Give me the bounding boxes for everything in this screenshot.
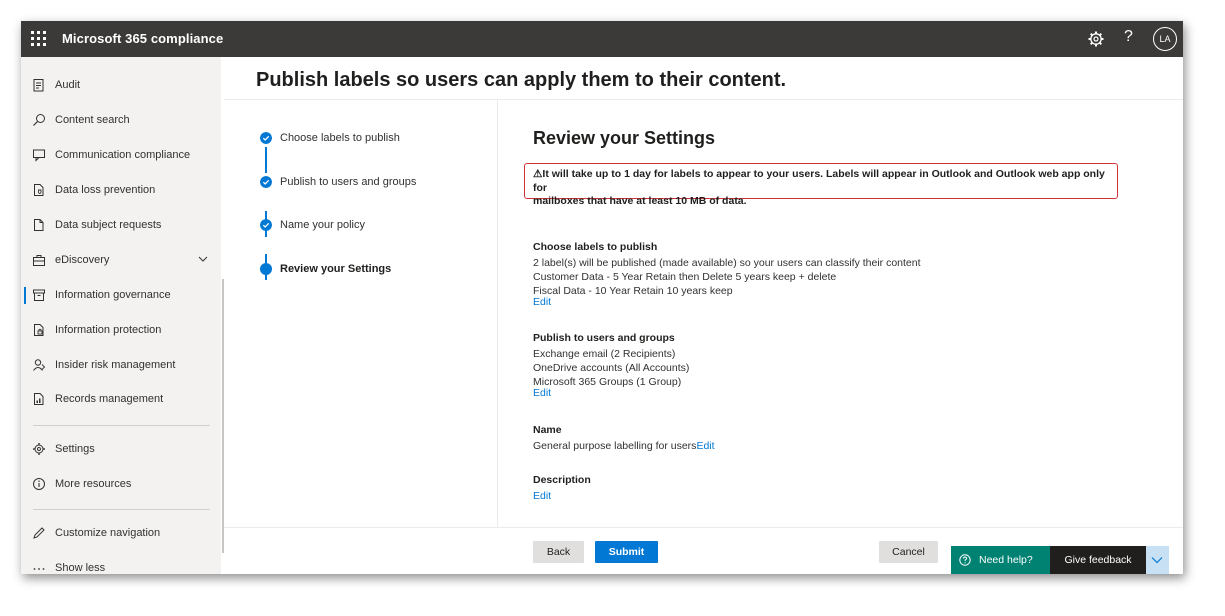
- sidebar-item-label: Communication compliance: [55, 149, 191, 161]
- sidebar-item-label: Information governance: [55, 289, 171, 301]
- chevron-down-icon[interactable]: [198, 255, 208, 263]
- sidebar-divider: [33, 425, 210, 426]
- sidebar-item-label: Data subject requests: [55, 219, 162, 231]
- sidebar-item-label: Information protection: [55, 324, 162, 336]
- sidebar-item-label: Records management: [55, 393, 164, 405]
- sidebar-item-communication-compliance[interactable]: Communication compliance: [21, 143, 221, 169]
- review-title: Review your Settings: [533, 128, 716, 148]
- sidebar-item-label: Customize navigation: [55, 527, 161, 539]
- step-label: Name your policy: [280, 219, 365, 231]
- sidebar-item-settings[interactable]: Settings: [21, 437, 221, 463]
- section-heading: Publish to users and groups: [533, 332, 675, 344]
- back-button[interactable]: Back: [533, 541, 584, 563]
- section-line: 2 label(s) will be published (made avail…: [533, 257, 921, 269]
- sidebar-item-label: Audit: [55, 79, 81, 91]
- labels-section: Choose labels to publish 2 label(s) will…: [533, 240, 921, 309]
- name-section: Name General purpose labelling for users…: [533, 423, 715, 453]
- document-shield-icon: [34, 184, 44, 196]
- sidebar-item-content-search[interactable]: Content search: [21, 108, 221, 134]
- sidebar-item-label: eDiscovery: [55, 254, 110, 266]
- description-section: Description Edit: [533, 473, 591, 503]
- checkmark-icon: [260, 176, 272, 188]
- need-help-button[interactable]: Need help?: [951, 546, 1050, 574]
- sidebar-item-more-resources[interactable]: More resources: [21, 472, 221, 498]
- sidebar-item-data-subject-requests[interactable]: Data subject requests: [21, 213, 221, 239]
- main-panel: Publish labels so users can apply them t…: [224, 57, 1183, 574]
- submit-button[interactable]: Submit: [595, 541, 658, 563]
- edit-name-link[interactable]: Edit: [696, 440, 714, 452]
- footer-divider: [224, 527, 1183, 528]
- sidebar-item-customize-navigation[interactable]: Customize navigation: [21, 521, 221, 547]
- sidebar-item-label: Insider risk management: [55, 359, 176, 371]
- sidebar-item-show-less[interactable]: Show less: [21, 556, 221, 574]
- section-line: Exchange email (2 Recipients): [533, 348, 676, 360]
- document-icon: [34, 219, 44, 231]
- policy-name-value: General purpose labelling for users: [533, 440, 697, 452]
- gear-icon[interactable]: [1087, 30, 1105, 48]
- checkmark-icon: [260, 219, 272, 231]
- edit-description-link[interactable]: Edit: [533, 489, 591, 503]
- sidebar-item-label: Data loss prevention: [55, 184, 156, 196]
- sidebar-item-ediscovery[interactable]: eDiscovery: [21, 248, 221, 274]
- sidebar-item-insider-risk-management[interactable]: Insider risk management: [21, 353, 221, 379]
- section-line: Customer Data - 5 Year Retain then Delet…: [533, 271, 837, 283]
- sidebar-item-label: Settings: [55, 443, 95, 455]
- warning-icon: ⚠: [533, 168, 543, 180]
- sidebar-item-label: Show less: [55, 562, 106, 574]
- person-icon: [33, 359, 46, 371]
- app-title[interactable]: Microsoft 365 compliance: [62, 31, 223, 46]
- step-label: Review your Settings: [280, 263, 392, 275]
- section-line: OneDrive accounts (All Accounts): [533, 362, 690, 374]
- warning-text-line2: mailboxes that have at least 10 MB of da…: [533, 195, 747, 207]
- document-chart-icon: [34, 393, 44, 405]
- archive-icon: [33, 289, 45, 301]
- clipboard-icon: [33, 79, 44, 92]
- chat-icon: [33, 149, 45, 162]
- checkmark-icon: [260, 132, 272, 144]
- sidebar-item-data-loss-prevention[interactable]: Data loss prevention: [21, 178, 221, 204]
- search-icon: [33, 114, 45, 126]
- more-icon: [33, 568, 45, 570]
- collapse-help-button[interactable]: [1146, 546, 1169, 574]
- warning-text-line1: It will take up to 1 day for labels to a…: [533, 168, 1105, 194]
- warning-message: ⚠It will take up to 1 day for labels to …: [524, 163, 1118, 207]
- chevron-down-icon: [1151, 557, 1163, 564]
- section-heading: Choose labels to publish: [533, 241, 658, 253]
- lock-document-icon: [34, 324, 44, 336]
- step-label: Publish to users and groups: [280, 176, 417, 188]
- top-bar: Microsoft 365 compliance ? LA: [21, 21, 1183, 57]
- sidebar-divider: [33, 509, 210, 510]
- publish-section: Publish to users and groups Exchange ema…: [533, 331, 689, 400]
- briefcase-icon: [33, 255, 45, 266]
- sidebar-item-information-governance[interactable]: Information governance: [21, 283, 221, 309]
- give-feedback-button[interactable]: Give feedback: [1050, 546, 1146, 574]
- question-circle-icon: [959, 554, 971, 566]
- cancel-button[interactable]: Cancel: [879, 541, 938, 563]
- header-divider: [224, 99, 1183, 100]
- section-heading: Name: [533, 424, 562, 436]
- sidebar-item-label: More resources: [55, 478, 132, 490]
- pencil-icon: [33, 527, 45, 539]
- gear-icon: [33, 443, 45, 455]
- steps-divider: [497, 100, 498, 527]
- app-launcher-icon[interactable]: [31, 31, 47, 47]
- info-icon: [33, 478, 45, 490]
- step-connector: [265, 147, 267, 173]
- sidebar: Audit Content search Communication compl…: [21, 57, 221, 574]
- sidebar-item-records-management[interactable]: Records management: [21, 387, 221, 413]
- sidebar-item-label: Content search: [55, 114, 130, 126]
- step-label: Choose labels to publish: [280, 132, 400, 144]
- page-title: Publish labels so users can apply them t…: [256, 69, 787, 91]
- avatar[interactable]: LA: [1153, 27, 1177, 51]
- section-heading: Description: [533, 474, 591, 486]
- app-window: Microsoft 365 compliance ? LA Audit Cont…: [21, 21, 1183, 574]
- sidebar-item-audit[interactable]: Audit: [21, 73, 221, 99]
- current-step-dot: [260, 263, 272, 275]
- sidebar-item-information-protection[interactable]: Information protection: [21, 318, 221, 344]
- need-help-label: Need help?: [979, 554, 1033, 566]
- help-icon[interactable]: ?: [1124, 28, 1133, 46]
- section-line: Microsoft 365 Groups (1 Group): [533, 376, 682, 388]
